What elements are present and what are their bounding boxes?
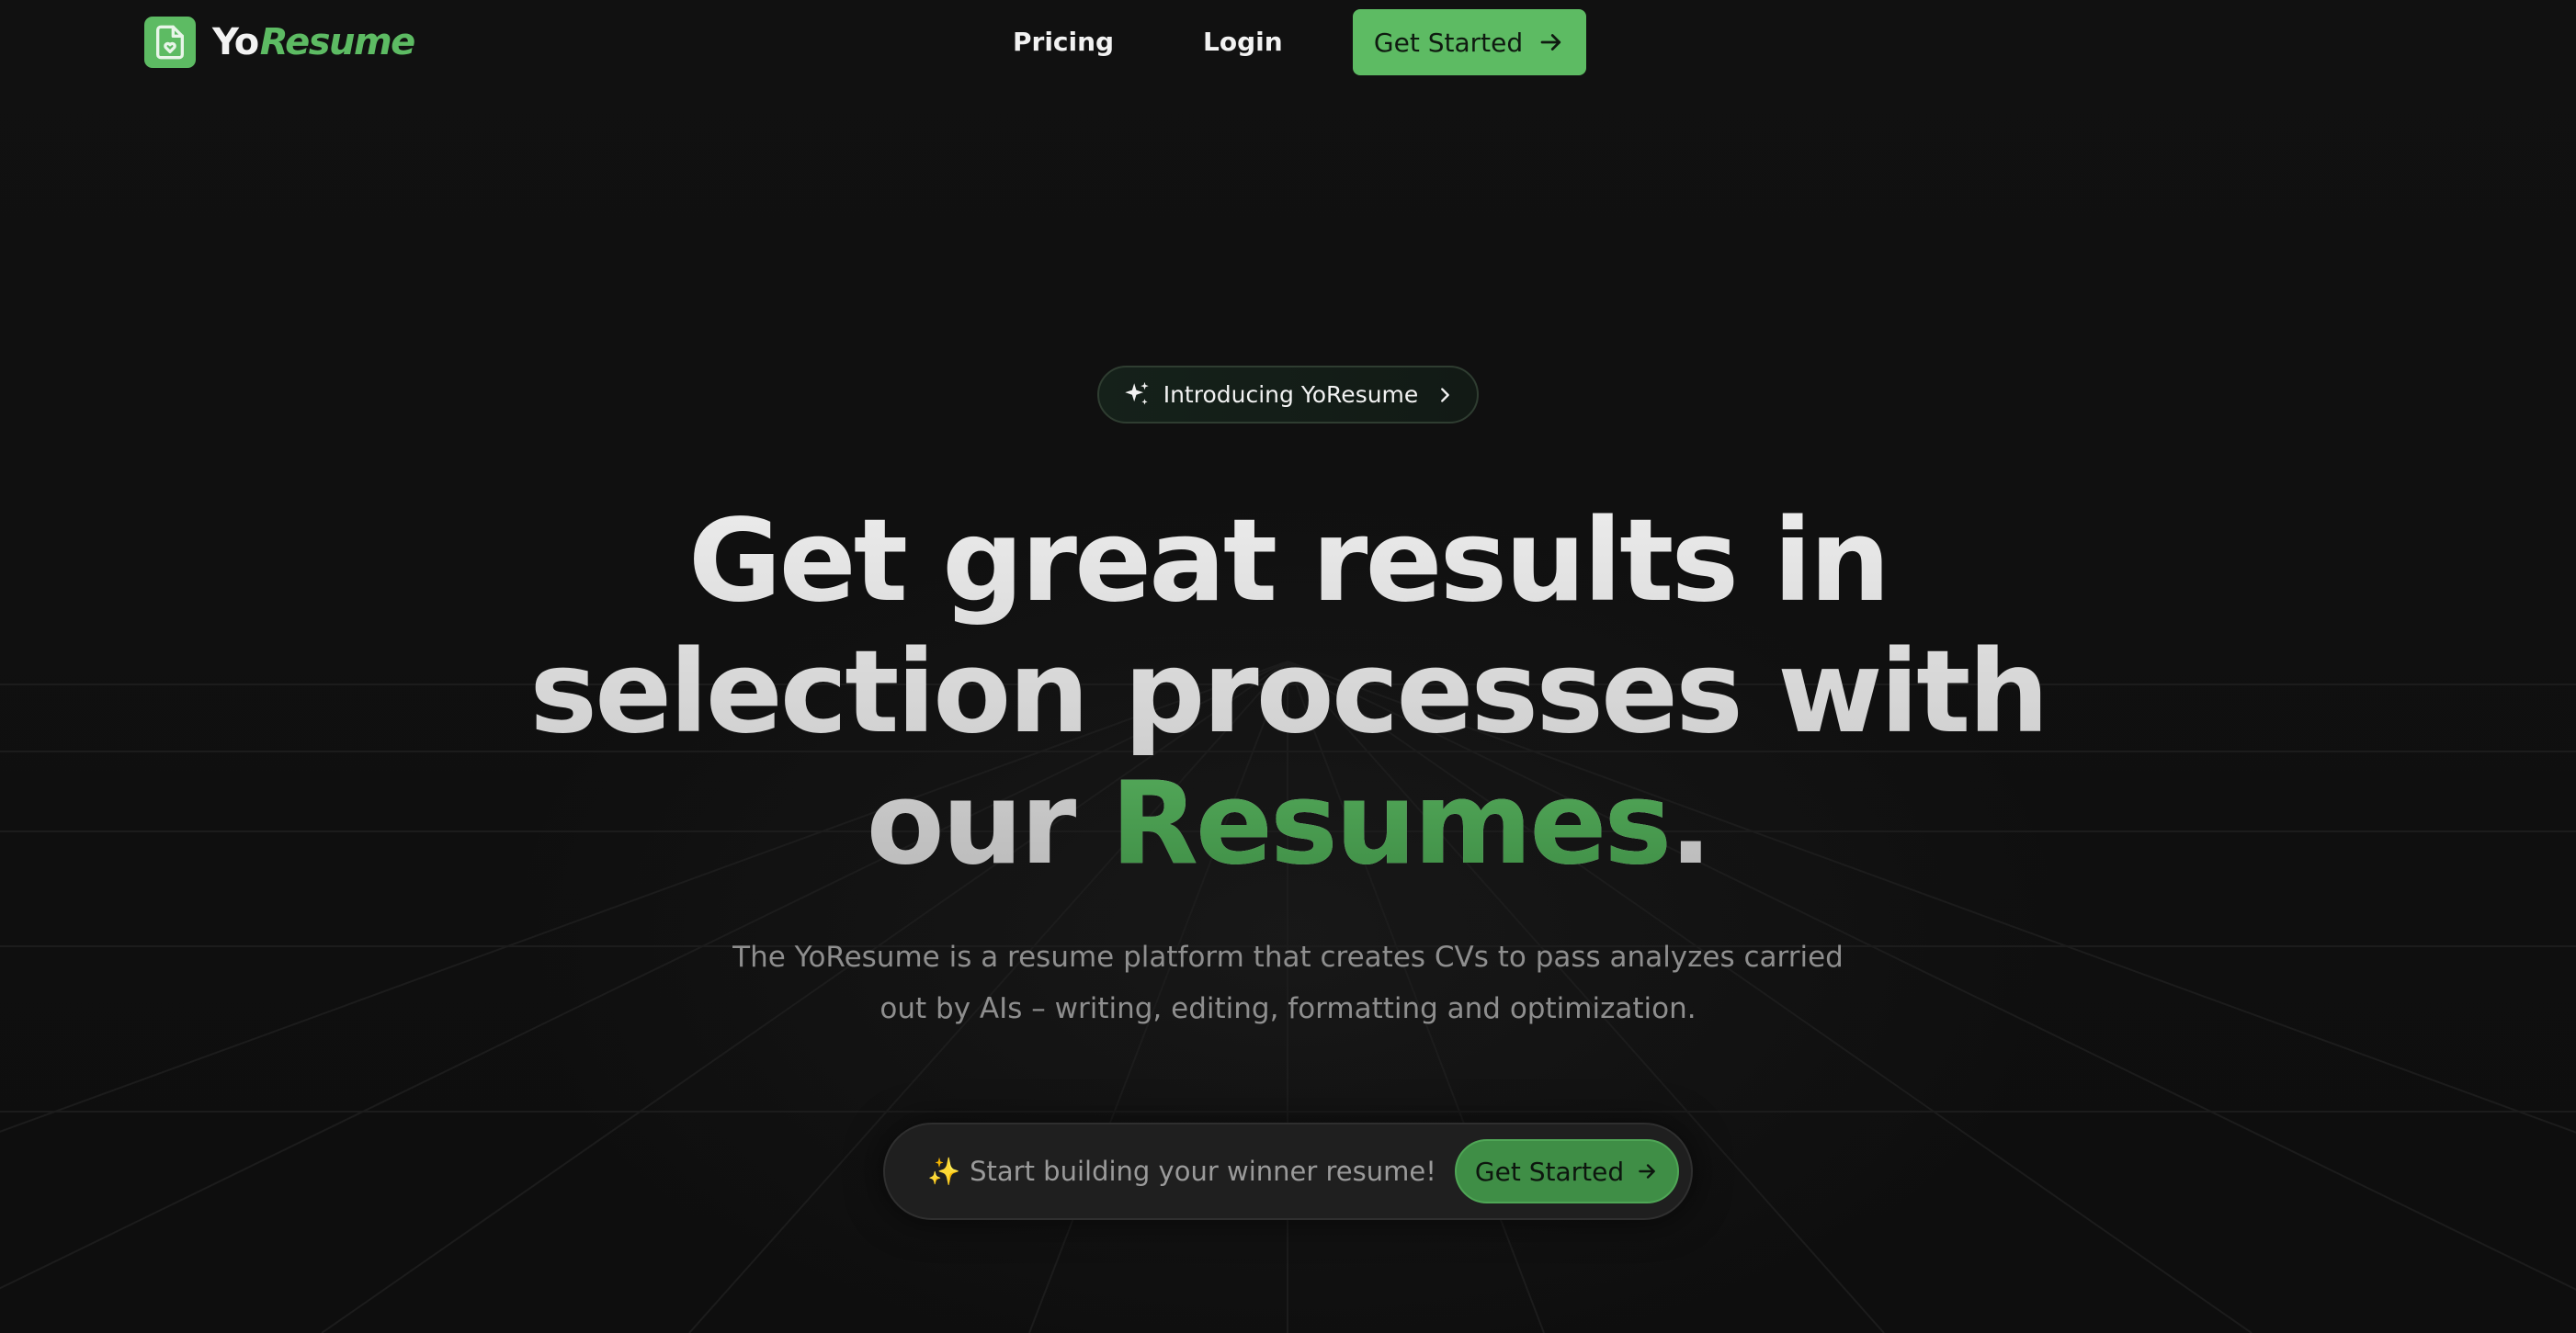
- announcement-pill[interactable]: Introducing YoResume: [1097, 366, 1479, 424]
- hero-headline: Get great results in selection processes…: [368, 496, 2208, 890]
- subheadline-line-1: The YoResume is a resume platform that c…: [732, 941, 1844, 974]
- arrow-right-icon: [1635, 1159, 1659, 1183]
- sparkles-icon: [1121, 379, 1152, 411]
- subheadline-line-2: out by AIs – writing, editing, formattin…: [879, 992, 1697, 1025]
- hero-subheadline: The YoResume is a resume platform that c…: [643, 932, 1933, 1034]
- headline-period: .: [1669, 758, 1710, 890]
- headline-line-2: selection processes with: [529, 627, 2047, 759]
- cta-get-started-button[interactable]: Get Started: [1455, 1139, 1679, 1203]
- header-get-started-button[interactable]: Get Started: [1353, 9, 1586, 75]
- cta-prompt-text: Start building your winner resume!: [970, 1156, 1436, 1187]
- headline-line-3-prefix: our: [866, 758, 1074, 890]
- announcement-label: Introducing YoResume: [1163, 381, 1419, 408]
- headline-line-1: Get great results in: [687, 495, 1889, 627]
- site-header: YoResume Pricing Login Get Started: [0, 0, 2576, 85]
- arrow-right-icon: [1538, 28, 1565, 56]
- sparkles-emoji-icon: ✨: [927, 1155, 961, 1187]
- cta-bar: ✨ Start building your winner resume! Get…: [883, 1123, 1693, 1220]
- logo-text-yo: Yo: [212, 21, 259, 63]
- chevron-right-icon: [1435, 385, 1455, 405]
- landing-page: YoResume Pricing Login Get Started Intro…: [0, 0, 2576, 1333]
- headline-line-3: our Resumes.: [368, 759, 2208, 890]
- logo-wordmark: YoResume: [212, 21, 416, 63]
- document-heart-icon: [144, 17, 196, 68]
- nav-login-link[interactable]: Login: [1203, 24, 1283, 61]
- nav-pricing-link[interactable]: Pricing: [1013, 24, 1114, 61]
- headline-accent-word: Resumes: [1110, 758, 1672, 890]
- logo-text-resume: Resume: [259, 21, 416, 63]
- header-get-started-label: Get Started: [1373, 27, 1524, 58]
- cta-get-started-label: Get Started: [1474, 1156, 1625, 1187]
- cta-prompt: ✨ Start building your winner resume!: [927, 1156, 1436, 1188]
- logo-link[interactable]: YoResume: [144, 16, 416, 69]
